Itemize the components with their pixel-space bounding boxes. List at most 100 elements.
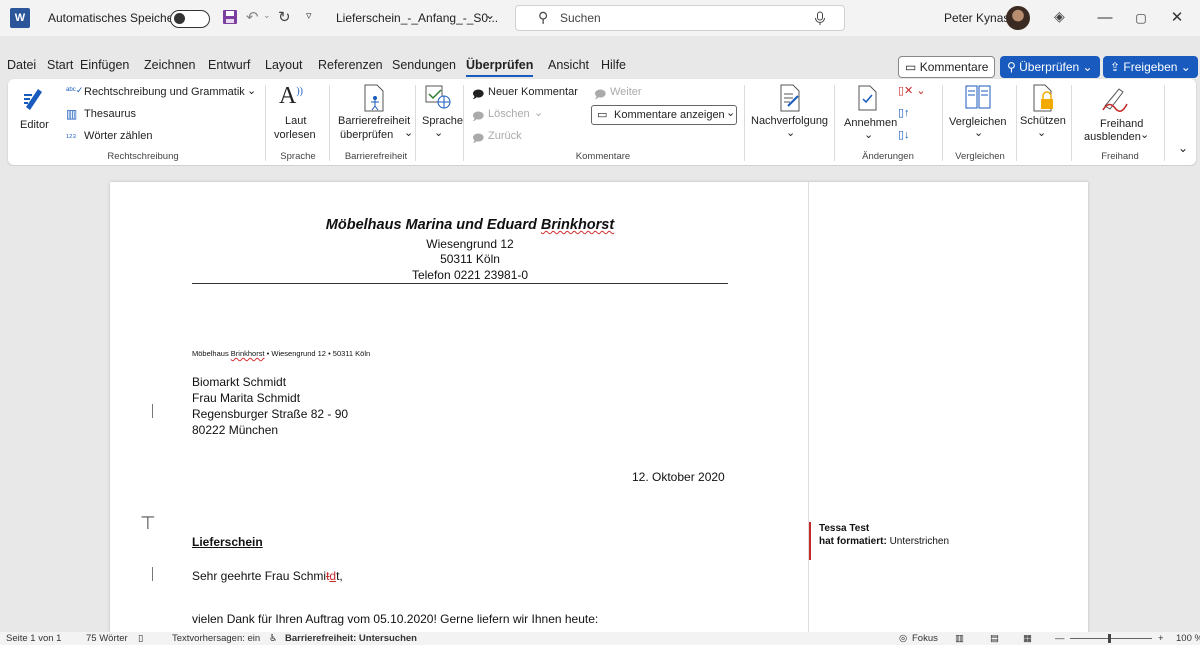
comment-detail: Unterstrichen — [889, 536, 950, 547]
company-name-text: Möbelhaus Marina und Eduard — [325, 217, 537, 233]
search-placeholder: Suchen — [560, 11, 601, 25]
ribbon-separator — [329, 85, 330, 161]
close-button[interactable]: ✕ — [1162, 6, 1192, 30]
ribbon-separator — [1016, 85, 1017, 161]
undo-icon[interactable]: ↶ — [246, 8, 259, 26]
focus-button[interactable]: Fokus — [912, 633, 938, 644]
previous-change-icon[interactable]: ▯↑ — [898, 106, 910, 119]
accessibility-status[interactable]: Barrierefreiheit: Untersuchen — [285, 633, 417, 644]
ribbon-separator — [415, 85, 416, 161]
spelling-dropdown-icon[interactable]: ⌄ — [247, 84, 256, 97]
new-comment-button[interactable]: Neuer Kommentar — [488, 86, 578, 98]
menu-start[interactable]: Start — [47, 53, 73, 77]
wordcount-button[interactable]: Wörter zählen — [84, 130, 152, 142]
ribbon-separator — [744, 85, 745, 161]
undo-dropdown-icon[interactable]: ⌄ — [263, 10, 271, 21]
ribbon-separator — [265, 85, 266, 161]
menu-entwurf[interactable]: Entwurf — [208, 53, 250, 77]
next-change-icon[interactable]: ▯↓ — [898, 128, 910, 141]
menu-einfuegen[interactable]: Einfügen — [80, 53, 129, 77]
web-layout-icon[interactable]: ▦ — [1023, 633, 1032, 644]
share-button[interactable]: ⇪ Freigeben ⌄ — [1103, 56, 1198, 78]
accessibility-status-icon: ♿ — [269, 633, 278, 644]
protect-dropdown-icon[interactable]: ⌄ — [1037, 126, 1046, 139]
comment-icon: ▭ — [905, 60, 917, 74]
zoom-level[interactable]: 100 % — [1176, 633, 1200, 644]
hide-ink-label-1[interactable]: Freihand — [1100, 118, 1143, 130]
language-icon — [425, 84, 451, 113]
zoom-in-icon[interactable]: + — [1158, 633, 1164, 644]
menu-sendungen[interactable]: Sendungen — [392, 53, 456, 77]
hide-ink-dropdown-icon[interactable]: ⌄ — [1140, 128, 1149, 141]
menu-ansicht[interactable]: Ansicht — [548, 53, 589, 77]
menu-hilfe[interactable]: Hilfe — [601, 53, 626, 77]
group-label-freihand: Freihand — [1101, 151, 1139, 162]
text-predictions[interactable]: Textvorhersagen: ein — [172, 633, 260, 644]
comments-button[interactable]: ▭ Kommentare — [898, 56, 996, 78]
sender-line-part-a: Möbelhaus — [192, 349, 229, 358]
share-icon: ⇪ — [1110, 60, 1121, 74]
redo-icon[interactable]: ↻ — [278, 8, 291, 26]
customize-toolbar-icon[interactable]: ▿ — [306, 9, 312, 22]
show-comments-icon: ▭ — [597, 109, 608, 121]
comment-text[interactable]: hat formatiert: Unterstrichen — [819, 536, 949, 547]
title-chevron-icon[interactable]: ⌄ — [485, 8, 495, 22]
show-comments-button[interactable]: ▭ Kommentare anzeigen ⌄ — [591, 105, 737, 125]
zoom-out-icon[interactable]: — — [1055, 633, 1065, 644]
ribbon-separator — [1164, 85, 1165, 161]
menu-referenzen[interactable]: Referenzen — [318, 53, 383, 77]
reject-icon[interactable]: ▯✕ ⌄ — [898, 84, 926, 97]
change-bar — [152, 404, 153, 418]
accessibility-dropdown-icon[interactable]: ⌄ — [404, 126, 413, 139]
document-title[interactable]: Lieferschein_-_Anfang_-_S0... — [336, 11, 498, 25]
editor-button[interactable]: Editor — [20, 119, 49, 131]
text-cursor-icon: ⊤ — [140, 513, 156, 533]
language-dropdown-icon[interactable]: ⌄ — [434, 126, 443, 139]
next-comment-button[interactable]: Weiter — [610, 86, 642, 98]
ribbon-separator — [1071, 85, 1072, 161]
zoom-slider-thumb[interactable] — [1108, 634, 1111, 643]
delete-dropdown-icon[interactable]: ⌄ — [534, 106, 543, 119]
page-count[interactable]: Seite 1 von 1 — [6, 633, 61, 644]
word-count[interactable]: 75 Wörter — [86, 633, 128, 644]
accessibility-label-1[interactable]: Barrierefreiheit — [338, 115, 410, 127]
read-aloud-label-2[interactable]: vorlesen — [274, 129, 316, 141]
minimize-button[interactable]: — — [1090, 6, 1120, 30]
hide-ink-label-2[interactable]: ausblenden — [1084, 131, 1141, 143]
print-layout-icon[interactable]: ▤ — [990, 633, 999, 644]
menu-layout[interactable]: Layout — [265, 53, 303, 77]
thesaurus-button[interactable]: Thesaurus — [84, 108, 136, 120]
menu-zeichnen[interactable]: Zeichnen — [144, 53, 195, 77]
thesaurus-icon: ▥ — [66, 107, 78, 121]
accessibility-label-2[interactable]: überprüfen — [340, 129, 393, 141]
previous-comment-button[interactable]: Zurück — [488, 130, 522, 142]
ribbon-separator — [942, 85, 943, 161]
autosave-toggle[interactable] — [170, 10, 210, 28]
diamond-icon[interactable]: ◈ — [1054, 8, 1065, 25]
review-button[interactable]: ⚲ Überprüfen ⌄ — [1000, 56, 1100, 78]
ribbon-expand-icon[interactable]: ⌄ — [1178, 141, 1188, 155]
compare-dropdown-icon[interactable]: ⌄ — [974, 126, 983, 139]
track-changes-dropdown-icon[interactable]: ⌄ — [786, 126, 795, 139]
search-box[interactable]: ⚲ Suchen — [515, 5, 845, 31]
spelling-button[interactable]: Rechtschreibung und Grammatik — [84, 86, 245, 98]
company-name-underlined: Brinkhorst — [540, 217, 615, 233]
proofing-icon[interactable]: ▯ — [138, 633, 143, 644]
save-icon[interactable] — [222, 9, 238, 28]
letterhead-divider — [192, 283, 728, 284]
document-area: Möbelhaus Marina und Eduard Brinkhorst W… — [0, 166, 1200, 642]
restore-button[interactable]: ▢ — [1126, 6, 1156, 30]
menu-datei[interactable]: Datei — [7, 53, 36, 77]
zoom-slider[interactable] — [1070, 638, 1152, 639]
change-bar — [152, 567, 153, 581]
next-comment-icon: 🗩 — [594, 89, 607, 101]
wordcount-icon: ₁₂₃ — [66, 129, 77, 139]
read-aloud-label-1[interactable]: Laut — [285, 115, 306, 127]
user-avatar[interactable] — [1006, 6, 1030, 30]
accept-dropdown-icon[interactable]: ⌄ — [864, 128, 873, 141]
user-name[interactable]: Peter Kynast — [944, 11, 1013, 25]
microphone-icon[interactable] — [814, 11, 826, 29]
menu-ueberpruefen[interactable]: Überprüfen — [466, 53, 534, 77]
read-mode-icon[interactable]: ▥ — [955, 633, 964, 644]
delete-comment-button[interactable]: Löschen — [488, 108, 530, 120]
